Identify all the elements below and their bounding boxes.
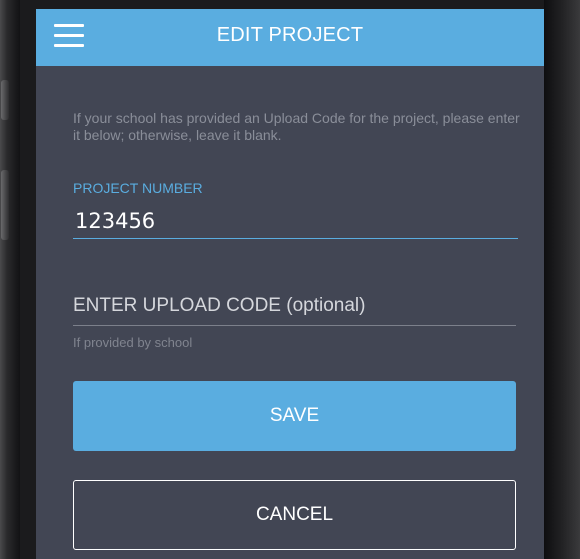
page: EDIT PROJECT If your school has provided… — [0, 0, 580, 559]
phone-side-button — [1, 80, 9, 120]
project-number-label: PROJECT NUMBER — [73, 180, 203, 196]
app-header: EDIT PROJECT — [36, 9, 544, 66]
page-title: EDIT PROJECT — [216, 24, 364, 46]
phone-right-edge — [544, 0, 580, 559]
project-number-input[interactable] — [73, 204, 518, 239]
intro-text: If your school has provided an Upload Co… — [73, 110, 520, 143]
upload-code-input[interactable] — [73, 287, 516, 326]
phone-side-button — [1, 170, 9, 240]
cancel-button[interactable]: CANCEL — [73, 480, 516, 550]
upload-code-helper-text: If provided by school — [73, 335, 193, 350]
app-screen: EDIT PROJECT If your school has provided… — [36, 9, 544, 559]
save-button[interactable]: SAVE — [73, 381, 516, 451]
phone-frame: EDIT PROJECT If your school has provided… — [0, 0, 580, 559]
